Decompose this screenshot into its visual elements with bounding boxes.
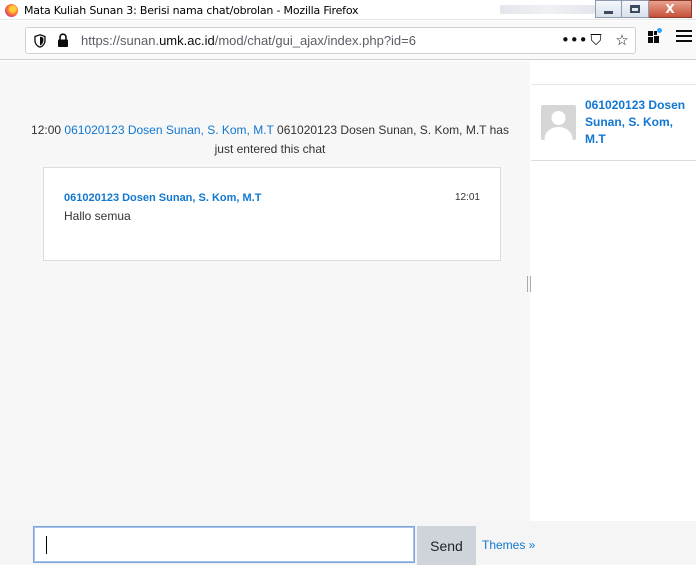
window-titlebar: Mata Kuliah Sunan 3: Berisi nama chat/ob… — [0, 0, 696, 20]
user-name[interactable]: 061020123 Dosen Sunan, S. Kom, M.T — [585, 97, 690, 148]
chat-page: 12:00 061020123 Dosen Sunan, S. Kom, M.T… — [0, 61, 696, 565]
user-avatar-icon — [544, 111, 573, 140]
message-text: Hallo semua — [64, 209, 131, 223]
chat-users-list: 061020123 Dosen Sunan, S. Kom, M.T — [531, 61, 696, 521]
pocket-icon[interactable]: ⛉ — [587, 31, 605, 49]
close-icon: X — [665, 2, 675, 16]
url-text[interactable]: https://sunan.umk.ac.id/mod/chat/gui_aja… — [81, 33, 416, 48]
extensions-icon[interactable] — [645, 27, 663, 45]
url-prefix: https://sunan. — [81, 33, 160, 48]
url-domain: umk.ac.id — [159, 33, 215, 48]
lock-icon[interactable] — [57, 33, 69, 48]
default-user-avatar — [541, 105, 576, 140]
minimize-button[interactable] — [595, 0, 622, 18]
themes-link[interactable]: Themes » — [482, 538, 535, 552]
maximize-icon — [630, 5, 640, 13]
window-controls: X — [595, 0, 692, 18]
composer-bar: Send Themes » — [0, 521, 696, 565]
chat-message: 061020123 Dosen Sunan, S. Kom, M.T 12:01… — [43, 167, 501, 261]
chat-messages-pane: 12:00 061020123 Dosen Sunan, S. Kom, M.T… — [0, 61, 530, 521]
system-message-user-link[interactable]: 061020123 Dosen Sunan, S. Kom, M.T — [64, 123, 273, 137]
browser-toolbar: https://sunan.umk.ac.id/mod/chat/gui_aja… — [0, 21, 696, 60]
text-caret — [46, 536, 47, 554]
maximize-button[interactable] — [622, 0, 649, 18]
url-path: /mod/chat/gui_ajax/index.php?id=6 — [214, 33, 416, 48]
address-bar[interactable]: https://sunan.umk.ac.id/mod/chat/gui_aja… — [25, 27, 636, 54]
minimize-icon — [604, 10, 613, 14]
message-author[interactable]: 061020123 Dosen Sunan, S. Kom, M.T — [64, 192, 261, 204]
shield-icon[interactable] — [34, 34, 46, 48]
send-button[interactable]: Send — [417, 526, 476, 565]
hamburger-menu-icon[interactable] — [676, 28, 692, 44]
user-list-item[interactable]: 061020123 Dosen Sunan, S. Kom, M.T — [531, 84, 696, 161]
blurred-title-area — [500, 5, 595, 14]
bookmark-star-icon[interactable]: ☆ — [613, 31, 631, 49]
system-message-time: 12:00 — [31, 123, 62, 137]
message-input[interactable] — [33, 526, 415, 563]
window-title: Mata Kuliah Sunan 3: Berisi nama chat/ob… — [24, 4, 359, 17]
page-actions: ••• ⛉ ☆ — [561, 31, 631, 49]
firefox-logo-icon — [5, 4, 18, 17]
page-actions-menu-icon[interactable]: ••• — [561, 31, 588, 49]
system-message: 12:00 061020123 Dosen Sunan, S. Kom, M.T… — [30, 121, 510, 159]
close-button[interactable]: X — [649, 0, 692, 18]
message-time: 12:01 — [454, 192, 480, 203]
